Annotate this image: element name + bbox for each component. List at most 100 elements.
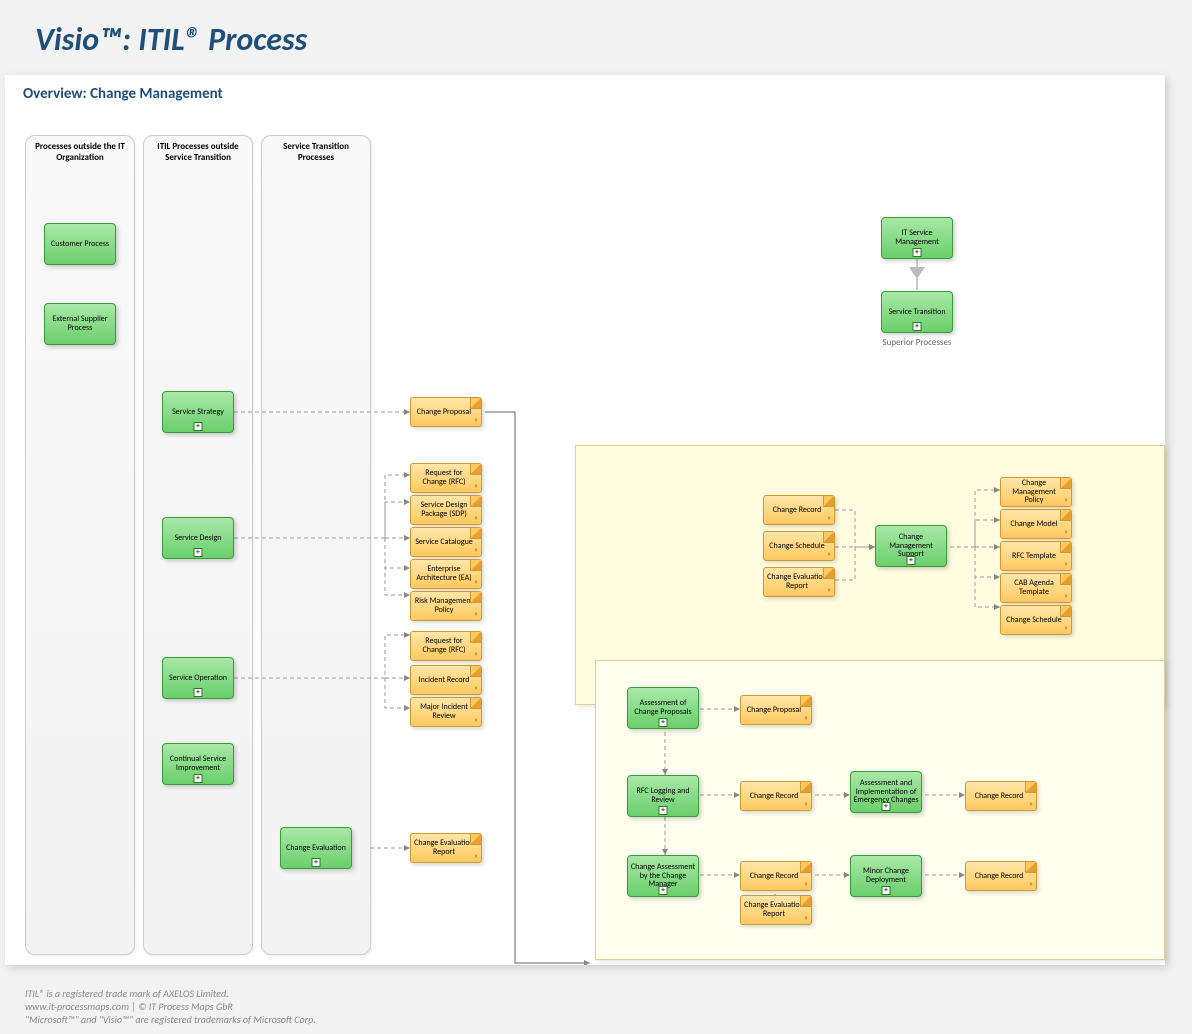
doc-label: Change Proposal [747,706,801,715]
doc-label: Change Proposal [417,408,471,417]
link-icon: » [474,578,478,587]
proc-label: Change Evaluation [286,844,346,853]
doc-change-eval-report[interactable]: Change Evaluation Report» [410,833,482,863]
proc-service-operation[interactable]: Service Operation + [162,657,234,699]
proc-change-mgmt-support[interactable]: Change Management Support+ [875,525,947,567]
proc-customer-process[interactable]: Customer Process [44,223,116,265]
link-icon: » [1029,880,1033,889]
proc-service-design[interactable]: Service Design + [162,517,234,559]
doc-service-catalogue[interactable]: Service Catalogue» [410,527,482,557]
doc-change-record[interactable]: Change Record» [763,495,835,525]
doc-change-proposal[interactable]: Change Proposal» [410,397,482,427]
expand-icon[interactable]: + [907,556,916,565]
link-icon: » [474,610,478,619]
doc-label: Change Evaluation Report [743,901,805,919]
doc-label: Service Catalogue [415,538,473,547]
doc-change-record-4[interactable]: Change Record» [740,861,812,891]
expand-icon[interactable]: + [882,886,891,895]
doc-cab-agenda-template[interactable]: CAB Agenda Template» [1000,573,1072,603]
link-icon: » [474,650,478,659]
footer-line: ITIL® is a registered trade mark of AXEL… [25,987,316,1000]
doc-sdp[interactable]: Service Design Package (SDP)» [410,495,482,525]
expand-icon[interactable]: + [194,422,203,431]
doc-label: Change Record [750,792,799,801]
proc-rfc-logging-review[interactable]: RFC Logging and Review+ [627,775,699,817]
proc-minor-change-deploy[interactable]: Minor Change Deployment+ [850,855,922,897]
expand-icon[interactable]: + [913,322,922,331]
footer-line: "Microsoft™" and "Visio™" are registered… [25,1013,316,1026]
lane-header: Processes outside the IT Organization [26,136,134,170]
proc-label: Continual Service Improvement [165,755,231,773]
doc-change-schedule[interactable]: Change Schedule» [763,531,835,561]
expand-icon[interactable]: + [194,688,203,697]
doc-change-mgmt-policy[interactable]: Change Management Policy» [1000,477,1072,507]
doc-label: Change Schedule [1006,616,1061,625]
expand-icon[interactable]: + [659,806,668,815]
doc-change-schedule-2[interactable]: Change Schedule» [1000,605,1072,635]
proc-service-transition[interactable]: Service Transition + [881,291,953,333]
doc-label: Request for Change (RFC) [413,637,475,655]
expand-icon[interactable]: + [659,886,668,895]
doc-label: Change Management Policy [1003,479,1065,505]
doc-enterprise-architecture[interactable]: Enterprise Architecture (EA)» [410,559,482,589]
link-icon: » [804,714,808,723]
doc-label: CAB Agenda Template [1003,579,1065,597]
expand-icon[interactable]: + [312,858,321,867]
doc-major-incident-review[interactable]: Major Incident Review» [410,697,482,727]
doc-change-record-5[interactable]: Change Record » [965,861,1037,891]
proc-emergency-changes[interactable]: Assessment and Implementation of Emergen… [850,771,922,813]
doc-label: Enterprise Architecture (EA) [413,565,475,583]
expand-icon[interactable]: + [659,718,668,727]
lane-header: ITIL Processes outside Service Transitio… [144,136,252,170]
doc-label: Change Record [750,872,799,881]
doc-change-record-2[interactable]: Change Record » [740,781,812,811]
footer: ITIL® is a registered trade mark of AXEL… [25,987,316,1026]
doc-change-record-3[interactable]: Change Record» [965,781,1037,811]
link-icon: » [827,514,831,523]
doc-label: Major Incident Review [413,703,475,721]
proc-csi[interactable]: Continual Service Improvement+ [162,743,234,785]
proc-it-service-mgmt[interactable]: IT Service Management+ [881,217,953,259]
doc-rfc-template[interactable]: RFC Template» [1000,541,1072,571]
expand-icon[interactable]: + [913,248,922,257]
doc-rfc-2[interactable]: Request for Change (RFC)» [410,631,482,661]
generalization-arrow-icon [909,267,925,279]
proc-label: Service Design [175,534,222,543]
link-icon: » [474,546,478,555]
diagram-canvas: Overview: Change Management Processes ou… [5,75,1165,965]
doc-incident-record[interactable]: Incident Record» [410,665,482,695]
expand-icon[interactable]: + [194,774,203,783]
diagram-subtitle: Overview: Change Management [5,75,1165,103]
doc-rfc[interactable]: Request for Change (RFC)» [410,463,482,493]
proc-external-supplier[interactable]: External Supplier Process [44,303,116,345]
proc-assess-change-proposals[interactable]: Assessment of Change Proposals+ [627,687,699,729]
doc-change-model[interactable]: Change Model» [1000,509,1072,539]
link-icon: » [1064,592,1068,601]
link-icon: » [1064,624,1068,633]
link-icon: » [804,800,808,809]
link-icon: » [474,482,478,491]
link-icon: » [827,550,831,559]
proc-label: Service Transition [888,308,945,317]
link-icon: » [804,914,808,923]
expand-icon[interactable]: + [194,548,203,557]
doc-label: Change Model [1010,520,1057,529]
proc-label: IT Service Management [884,229,950,247]
proc-label: Service Strategy [172,408,224,417]
link-icon: » [474,852,478,861]
doc-change-eval-report-3[interactable]: Change Evaluation Report» [740,895,812,925]
expand-icon[interactable]: + [882,802,891,811]
proc-service-strategy[interactable]: Service Strategy + [162,391,234,433]
proc-label: Service Operation [169,674,227,683]
link-icon: » [474,514,478,523]
doc-change-eval-report-2[interactable]: Change Evaluation Report» [763,567,835,597]
link-icon: » [1029,800,1033,809]
doc-change-proposal-2[interactable]: Change Proposal» [740,695,812,725]
proc-change-assessment-mgr[interactable]: Change Assessment by the Change Manager+ [627,855,699,897]
doc-risk-mgmt-policy[interactable]: Risk Management Policy» [410,591,482,621]
link-icon: » [827,586,831,595]
link-icon: » [1064,496,1068,505]
doc-label: Change Record [975,872,1024,881]
doc-label: Service Design Package (SDP) [413,501,475,519]
proc-change-evaluation[interactable]: Change Evaluation + [280,827,352,869]
